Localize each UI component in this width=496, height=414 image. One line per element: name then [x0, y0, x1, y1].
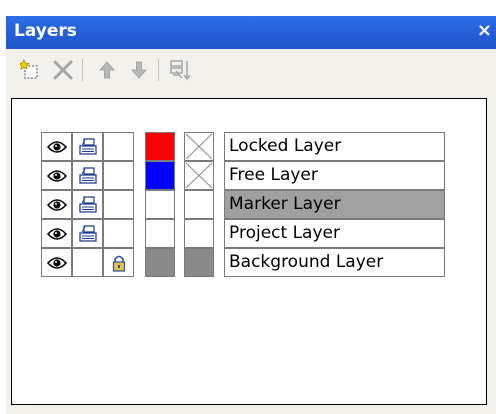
layer-row[interactable]: Locked Layer	[41, 132, 445, 161]
layer-color-swatch[interactable]	[145, 132, 175, 161]
layer-row[interactable]: Project Layer	[41, 219, 445, 248]
eye-icon	[46, 198, 67, 212]
visibility-toggle[interactable]	[41, 161, 72, 190]
print-toggle[interactable]	[72, 132, 103, 161]
layer-name[interactable]: Project Layer	[224, 219, 445, 248]
eye-icon	[46, 227, 67, 241]
layer-color-swatch[interactable]	[145, 219, 175, 248]
layer-name[interactable]: Locked Layer	[224, 132, 445, 161]
visibility-toggle[interactable]	[41, 248, 72, 277]
layer-grid: Locked Layer Free Layer Marker Layer Projec…	[41, 132, 445, 277]
print-toggle[interactable]	[72, 248, 103, 277]
delete-layer-button[interactable]	[50, 57, 76, 83]
lock-toggle[interactable]	[103, 132, 134, 161]
visibility-toggle[interactable]	[41, 132, 72, 161]
layers-panel: Layers × Locked Layer Free Layer Marker …	[6, 16, 496, 414]
move-up-icon	[99, 61, 115, 79]
print-toggle[interactable]	[72, 219, 103, 248]
layer-list-frame: Locked Layer Free Layer Marker Layer Projec…	[11, 98, 487, 405]
toolbar-separator	[82, 59, 83, 81]
sort-layers-button[interactable]	[168, 57, 194, 83]
layer-name[interactable]: Background Layer	[224, 248, 445, 277]
sort-layers-icon	[170, 60, 191, 81]
layer-color-swatch[interactable]	[145, 190, 175, 219]
toolbar	[6, 49, 496, 91]
lock-toggle[interactable]	[103, 219, 134, 248]
lock-toggle[interactable]	[103, 190, 134, 219]
new-layer-icon	[20, 59, 38, 79]
layer-symbol-cell[interactable]	[184, 248, 214, 277]
move-down-button[interactable]	[126, 57, 152, 83]
layer-symbol-cell[interactable]	[184, 161, 214, 190]
layer-symbol-cell[interactable]	[184, 219, 214, 248]
toolbar-separator	[158, 59, 159, 81]
cross-symbol-icon	[185, 162, 213, 193]
layer-color-swatch[interactable]	[145, 161, 175, 190]
eye-icon	[46, 169, 67, 183]
print-toggle[interactable]	[72, 161, 103, 190]
new-layer-button[interactable]	[18, 57, 44, 83]
printer-icon	[78, 195, 98, 215]
close-button[interactable]: ×	[477, 20, 492, 41]
eye-icon	[46, 256, 67, 270]
move-down-icon	[131, 61, 147, 79]
layer-name[interactable]: Free Layer	[224, 161, 445, 190]
delete-icon	[53, 60, 73, 80]
layer-color-swatch[interactable]	[145, 248, 175, 277]
lock-icon	[112, 254, 126, 272]
layer-symbol-cell[interactable]	[184, 132, 214, 161]
eye-icon	[46, 140, 67, 154]
panel-title: Layers	[14, 21, 77, 41]
visibility-toggle[interactable]	[41, 190, 72, 219]
print-toggle[interactable]	[72, 190, 103, 219]
layer-row[interactable]: Background Layer	[41, 248, 445, 277]
move-up-button[interactable]	[94, 57, 120, 83]
visibility-toggle[interactable]	[41, 219, 72, 248]
layer-row[interactable]: Marker Layer	[41, 190, 445, 219]
layer-name[interactable]: Marker Layer	[224, 190, 445, 219]
layer-symbol-cell[interactable]	[184, 190, 214, 219]
layer-row[interactable]: Free Layer	[41, 161, 445, 190]
cross-symbol-icon	[185, 133, 213, 164]
printer-icon	[78, 137, 98, 157]
lock-toggle[interactable]	[103, 161, 134, 190]
printer-icon	[78, 224, 98, 244]
lock-toggle[interactable]	[103, 248, 134, 277]
title-bar: Layers ×	[6, 16, 496, 49]
printer-icon	[78, 166, 98, 186]
